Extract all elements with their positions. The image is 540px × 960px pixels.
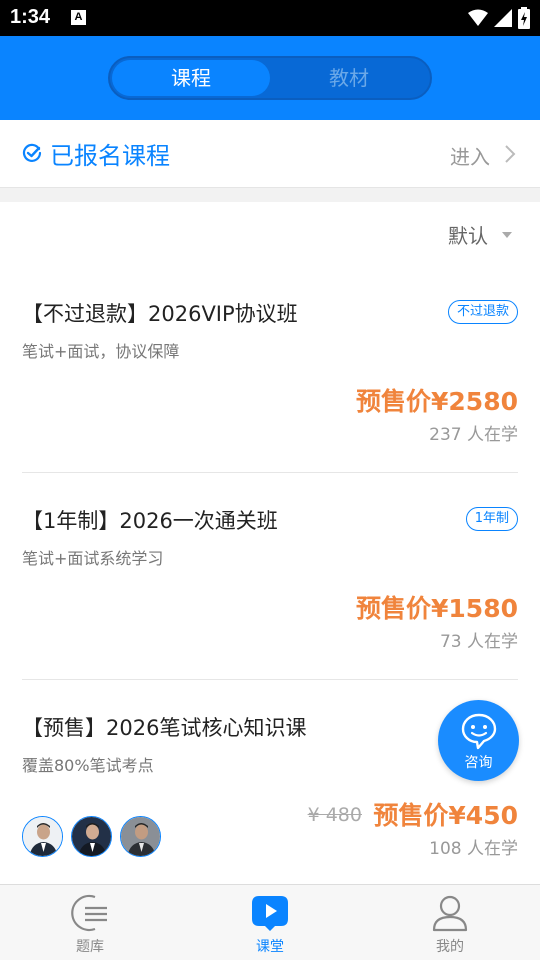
- course-students: 73 人在学: [439, 632, 518, 652]
- course-card[interactable]: 【1年制】2026一次通关班 1年制 笔试+面试系统学习 预售价¥1580 73…: [22, 505, 518, 655]
- tab-profile[interactable]: 我的: [360, 885, 540, 960]
- enrolled-courses-title: 已报名课程: [50, 142, 170, 170]
- sort-label: 默认: [448, 224, 488, 248]
- tab-label: 题库: [76, 939, 104, 955]
- wifi-icon: [468, 9, 488, 26]
- chat-bubble-icon: [461, 713, 497, 750]
- status-time: 1:34: [10, 6, 51, 28]
- course-price: 预售价¥2580: [356, 387, 518, 416]
- teacher-avatars: [22, 816, 161, 857]
- notification-a-icon: A: [71, 10, 86, 25]
- consult-label: 咨询: [464, 755, 493, 771]
- classroom-play-icon: [252, 896, 288, 931]
- header-bar: 课程 教材: [0, 36, 540, 120]
- course-subtitle: 笔试+面试系统学习: [22, 549, 164, 568]
- battery-icon: [518, 7, 530, 29]
- divider: [22, 472, 518, 473]
- bottom-tab-bar: 题库 课堂 我的: [0, 884, 540, 960]
- status-bar: 1:34 A: [0, 0, 540, 36]
- course-price: 预售价¥1580: [356, 594, 518, 623]
- dropdown-triangle-icon: [502, 231, 512, 238]
- segmented-control: 课程 教材: [108, 56, 432, 100]
- course-subtitle: 笔试+面试，协议保障: [22, 342, 180, 361]
- course-price: 预售价¥450: [373, 801, 518, 830]
- divider: [22, 679, 518, 680]
- tab-textbooks[interactable]: 教材: [270, 60, 428, 96]
- course-students: 108 人在学: [429, 839, 518, 859]
- enter-link[interactable]: 进入: [450, 141, 490, 170]
- course-subtitle: 覆盖80%笔试考点: [22, 756, 154, 775]
- course-title: 【不过退款】2026VIP协议班: [22, 302, 298, 326]
- consult-button[interactable]: 咨询: [438, 700, 519, 781]
- sort-dropdown[interactable]: 默认: [448, 220, 512, 249]
- course-list: 默认 【不过退款】2026VIP协议班 不过退款 笔试+面试，协议保障 预售价¥…: [0, 202, 540, 884]
- teacher-avatar: [71, 816, 112, 857]
- profile-icon: [432, 895, 468, 932]
- signal-icon: [494, 9, 512, 27]
- course-card[interactable]: 【不过退款】2026VIP协议班 不过退款 笔试+面试，协议保障 预售价¥258…: [22, 298, 518, 448]
- course-students: 237 人在学: [429, 425, 518, 445]
- course-tag: 1年制: [465, 507, 518, 531]
- course-original-price: ¥ 480: [307, 804, 362, 826]
- teacher-avatar: [120, 816, 161, 857]
- tab-question-bank[interactable]: 题库: [0, 885, 180, 960]
- tab-label: 课堂: [256, 939, 284, 955]
- course-title: 【1年制】2026一次通关班: [22, 509, 278, 533]
- enrolled-courses-row[interactable]: 已报名课程 进入: [0, 120, 540, 188]
- check-circle-icon: [22, 143, 42, 162]
- status-right-icons: [468, 7, 530, 29]
- question-bank-icon: [71, 894, 107, 932]
- chevron-right-icon: [505, 145, 516, 163]
- tab-label: 我的: [436, 939, 464, 955]
- course-tag: 不过退款: [447, 300, 518, 324]
- teacher-avatar: [22, 816, 63, 857]
- tab-courses[interactable]: 课程: [112, 60, 270, 96]
- tab-classroom[interactable]: 课堂: [180, 885, 360, 960]
- course-title: 【预售】2026笔试核心知识课: [22, 716, 307, 740]
